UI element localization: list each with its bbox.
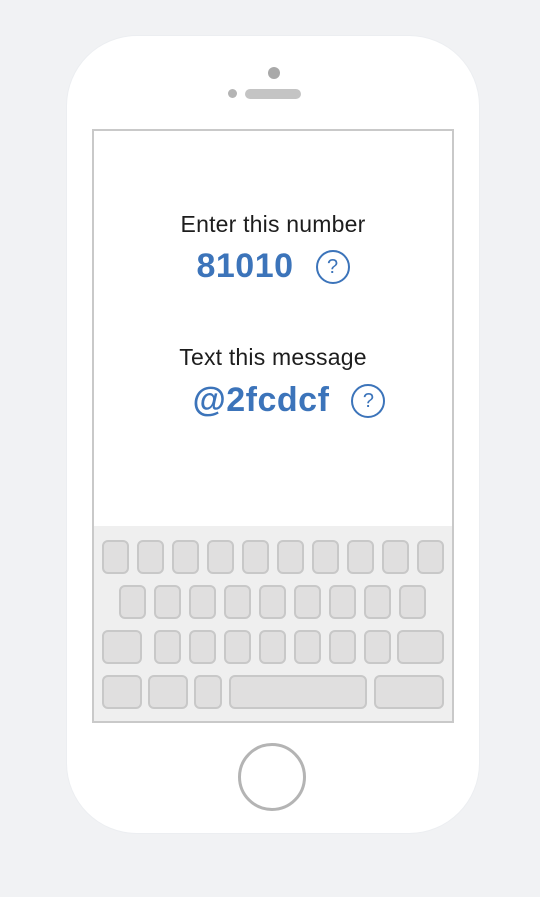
- keyboard-key: [154, 630, 181, 664]
- keyboard-key: [194, 675, 222, 709]
- keyboard-key: [259, 630, 286, 664]
- phone-illustration: Enter this number 81010 ? Text this mess…: [67, 36, 479, 833]
- keyboard-key: [382, 540, 409, 574]
- keyboard-key: [172, 540, 199, 574]
- number-prompt: Enter this number: [94, 211, 452, 238]
- keyboard-key: [102, 675, 142, 709]
- keyboard-key: [189, 630, 216, 664]
- home-button: [238, 743, 306, 811]
- keyboard-key: [148, 675, 188, 709]
- message-row: @2fcdcf ?: [94, 381, 452, 420]
- keyboard-delete-key: [397, 630, 444, 664]
- keyboard-key: [329, 585, 356, 619]
- keyboard-return-key: [374, 675, 444, 709]
- keyboard-key: [154, 585, 181, 619]
- keyboard-key: [347, 540, 374, 574]
- keyboard-key: [294, 630, 321, 664]
- keyboard-key: [294, 585, 321, 619]
- message-help-icon[interactable]: ?: [351, 383, 386, 418]
- keyboard-key: [277, 540, 304, 574]
- keyboard-key: [364, 630, 391, 664]
- keyboard: [94, 526, 452, 721]
- speaker-icon: [245, 89, 301, 99]
- number-value: 81010: [196, 247, 294, 285]
- keyboard-key: [259, 585, 286, 619]
- camera-icon: [268, 67, 280, 79]
- message-label: Text this message: [179, 344, 367, 370]
- keyboard-key: [224, 585, 251, 619]
- keyboard-key: [329, 630, 356, 664]
- number-label: Enter this number: [180, 211, 366, 237]
- keyboard-space-key: [229, 675, 367, 709]
- keyboard-shift-key: [102, 630, 142, 664]
- keyboard-key: [189, 585, 216, 619]
- keyboard-key: [102, 540, 129, 574]
- keyboard-key: [224, 630, 251, 664]
- message-value: @2fcdcf: [192, 381, 330, 419]
- number-row: 81010 ?: [94, 247, 452, 286]
- keyboard-key: [207, 540, 234, 574]
- keyboard-key: [399, 585, 426, 619]
- sensor-icon: [228, 89, 237, 98]
- keyboard-key: [242, 540, 269, 574]
- keyboard-key: [119, 585, 146, 619]
- keyboard-key: [312, 540, 339, 574]
- keyboard-key: [137, 540, 164, 574]
- number-help-icon[interactable]: ?: [315, 249, 350, 284]
- message-prompt: Text this message: [94, 344, 452, 371]
- phone-screen: Enter this number 81010 ? Text this mess…: [92, 129, 454, 723]
- keyboard-key: [364, 585, 391, 619]
- keyboard-key: [417, 540, 444, 574]
